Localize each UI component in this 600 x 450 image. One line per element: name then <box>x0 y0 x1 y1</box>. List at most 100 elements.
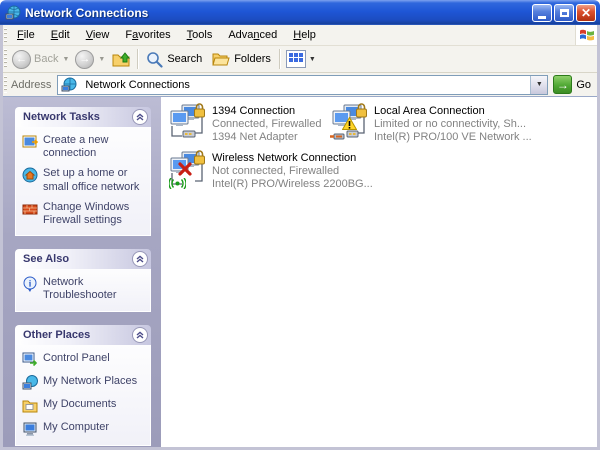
connection-tile-lan[interactable]: Local Area Connection Limited or no conn… <box>330 104 597 144</box>
collapse-button[interactable] <box>132 251 148 267</box>
link-control-panel[interactable]: Control Panel <box>22 352 147 368</box>
section-header[interactable]: Network Tasks <box>15 107 151 127</box>
up-button[interactable] <box>108 49 134 69</box>
forward-dropdown-icon[interactable]: ▼ <box>98 56 105 63</box>
task-network-troubleshooter[interactable]: i Network Troubleshooter <box>22 276 147 302</box>
maximize-icon <box>560 9 569 17</box>
address-label: Address <box>11 79 51 91</box>
new-connection-icon <box>22 134 38 150</box>
back-dropdown-icon[interactable]: ▼ <box>62 56 69 63</box>
task-label: Network Troubleshooter <box>43 276 147 302</box>
minimize-icon <box>538 16 546 19</box>
task-pane: Network Tasks Create a new co <box>3 97 161 447</box>
window-body: File Edit View Favorites Tools Advanced … <box>0 25 600 450</box>
connection-tiles: 1394 Connection Connected, Firewalled 13… <box>168 104 597 191</box>
minimize-button[interactable] <box>532 4 552 22</box>
menu-edit[interactable]: Edit <box>43 27 78 43</box>
address-bar: Address Network Connections ▼ → Go <box>3 73 597 97</box>
back-label: Back <box>34 53 58 65</box>
link-label: Control Panel <box>43 352 110 368</box>
addressbar-grip[interactable] <box>4 76 7 93</box>
connection-device: Intel(R) PRO/100 VE Network ... <box>374 131 532 144</box>
disconnected-icon <box>178 162 192 176</box>
wireless-signal-icon <box>169 178 186 189</box>
views-icon <box>286 50 306 68</box>
link-label: My Documents <box>43 398 116 414</box>
connection-text: Wireless Network Connection Not connecte… <box>212 151 373 191</box>
connection-icon <box>330 104 370 142</box>
link-my-network-places[interactable]: My Network Places <box>22 375 147 391</box>
task-create-connection[interactable]: Create a new connection <box>22 134 147 160</box>
link-label: My Computer <box>43 421 109 437</box>
section-other-places: Other Places Control Panel <box>15 325 151 446</box>
collapse-button[interactable] <box>132 327 148 343</box>
menu-advanced[interactable]: Advanced <box>220 27 285 43</box>
connection-status: Not connected, Firewalled <box>212 165 373 178</box>
close-button[interactable]: ✕ <box>576 4 596 22</box>
maximize-button[interactable] <box>554 4 574 22</box>
network-connections-icon <box>61 77 77 93</box>
folders-icon <box>212 51 230 67</box>
task-setup-home-network[interactable]: Set up a home or small office network <box>22 167 147 193</box>
menu-favorites[interactable]: Favorites <box>117 27 178 43</box>
menu-help[interactable]: Help <box>285 27 324 43</box>
go-button[interactable]: → <box>553 75 572 94</box>
task-change-firewall[interactable]: Change Windows Firewall settings <box>22 201 147 227</box>
address-dropdown-button[interactable]: ▼ <box>530 76 547 94</box>
views-dropdown-icon[interactable]: ▼ <box>309 56 316 63</box>
folders-button[interactable]: Folders <box>207 49 276 69</box>
lock-icon <box>193 103 206 118</box>
collapse-button[interactable] <box>132 109 148 125</box>
toolbar-separator <box>279 49 280 69</box>
toolbar-grip[interactable] <box>4 49 7 69</box>
back-icon: ← <box>12 50 31 69</box>
windows-flag-icon <box>575 25 597 45</box>
toolbar: ← Back ▼ → ▼ Search <box>3 46 597 73</box>
content: Network Tasks Create a new co <box>3 97 597 447</box>
forward-icon: → <box>75 50 94 69</box>
menu-tools[interactable]: Tools <box>179 27 221 43</box>
titlebar[interactable]: Network Connections ✕ <box>0 0 600 25</box>
connection-text: Local Area Connection Limited or no conn… <box>374 104 532 144</box>
section-see-also: See Also i Network Troubleshoo <box>15 249 151 311</box>
connection-tile-wireless[interactable]: Wireless Network Connection Not connecte… <box>168 151 328 191</box>
section-network-tasks: Network Tasks Create a new co <box>15 107 151 236</box>
section-header[interactable]: See Also <box>15 249 151 269</box>
section-title: Network Tasks <box>23 111 100 123</box>
control-panel-icon <box>22 352 38 368</box>
forward-button[interactable]: → ▼ <box>72 50 108 69</box>
task-label: Create a new connection <box>43 134 147 160</box>
my-computer-icon <box>22 421 38 437</box>
network-connections-icon <box>5 5 21 21</box>
section-title: Other Places <box>23 329 90 341</box>
connection-tile-1394[interactable]: 1394 Connection Connected, Firewalled 13… <box>168 104 328 144</box>
connection-device: 1394 Net Adapter <box>212 131 321 144</box>
go-label: Go <box>576 79 591 91</box>
network-places-icon <box>22 375 38 391</box>
search-icon <box>146 51 163 68</box>
folder-view[interactable]: 1394 Connection Connected, Firewalled 13… <box>161 97 597 447</box>
section-title: See Also <box>23 253 69 265</box>
connection-name: 1394 Connection <box>212 105 321 118</box>
menu-file[interactable]: File <box>9 27 43 43</box>
task-label: Set up a home or small office network <box>43 167 147 193</box>
connection-device: Intel(R) PRO/Wireless 2200BG... <box>212 178 373 191</box>
back-button[interactable]: ← Back ▼ <box>9 50 72 69</box>
home-network-icon <box>22 167 38 183</box>
link-label: My Network Places <box>43 375 137 391</box>
address-input[interactable]: Network Connections ▼ <box>57 75 548 95</box>
search-button[interactable]: Search <box>141 49 207 70</box>
connection-icon <box>168 104 208 142</box>
menubar-grip[interactable] <box>4 28 7 42</box>
up-folder-icon <box>111 49 131 69</box>
views-button[interactable]: ▼ <box>283 49 319 69</box>
menu-view[interactable]: View <box>78 27 118 43</box>
folders-label: Folders <box>234 53 271 65</box>
connection-status: Connected, Firewalled <box>212 118 321 131</box>
link-my-computer[interactable]: My Computer <box>22 421 147 437</box>
connection-icon <box>168 151 208 189</box>
section-body: Create a new connection Set up a home or… <box>15 127 151 236</box>
link-my-documents[interactable]: My Documents <box>22 398 147 414</box>
window-title: Network Connections <box>25 6 530 20</box>
section-header[interactable]: Other Places <box>15 325 151 345</box>
